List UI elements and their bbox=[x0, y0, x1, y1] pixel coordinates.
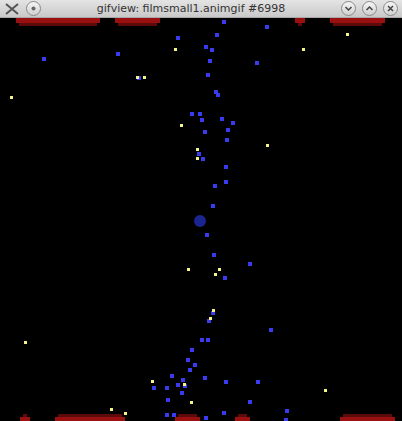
animation-frame bbox=[0, 18, 402, 421]
maximize-button[interactable] bbox=[362, 1, 377, 16]
minimize-button[interactable] bbox=[341, 1, 356, 16]
menu-button[interactable] bbox=[26, 1, 41, 16]
particle-frame-icon bbox=[0, 18, 402, 421]
title-bar: gifview: filmsmall1.animgif #6998 bbox=[0, 0, 402, 18]
gifview-window: gifview: filmsmall1.animgif #6998 bbox=[0, 0, 402, 421]
tools-icon[interactable] bbox=[4, 2, 20, 16]
window-title: gifview: filmsmall1.animgif #6998 bbox=[47, 2, 335, 15]
chevron-up-icon bbox=[365, 4, 374, 13]
close-button[interactable] bbox=[383, 1, 398, 16]
close-icon bbox=[386, 4, 395, 13]
dot-icon bbox=[30, 5, 37, 12]
chevron-down-icon bbox=[344, 4, 353, 13]
